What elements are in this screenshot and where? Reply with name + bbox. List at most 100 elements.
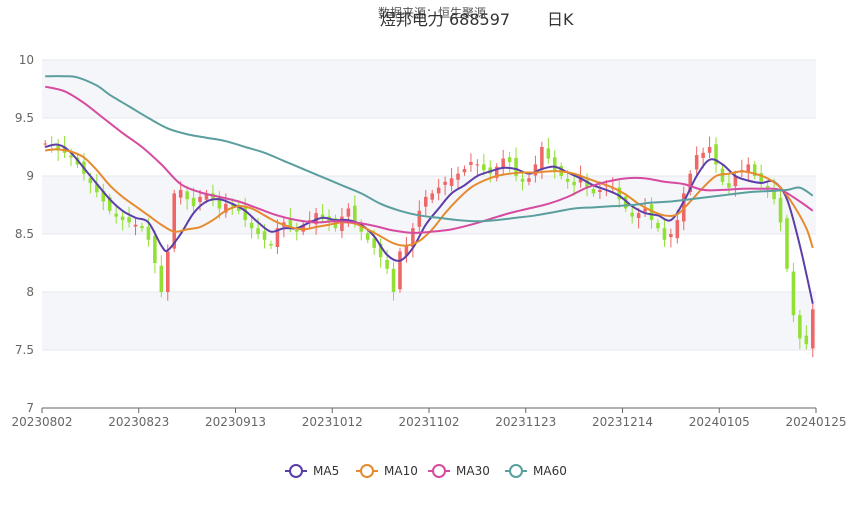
- candle-body: [140, 226, 144, 229]
- candle-body: [456, 173, 460, 180]
- x-tick-label: 20231102: [398, 415, 459, 429]
- candle-body: [159, 265, 164, 292]
- candle-body: [798, 315, 802, 339]
- candle-body: [372, 238, 376, 248]
- y-tick-label: 8.5: [15, 227, 34, 241]
- legend-label: MA30: [456, 464, 490, 478]
- legend-item-ma5: MA5: [285, 464, 339, 478]
- x-tick-label: 20231012: [302, 415, 363, 429]
- candle-body: [391, 268, 396, 292]
- candle-body: [340, 216, 344, 231]
- candle-body: [436, 187, 441, 194]
- chart-title: 煜邦电力 688597: [380, 10, 510, 29]
- candle: [540, 141, 544, 180]
- legend-swatch-marker: [360, 464, 374, 478]
- candle-body: [656, 222, 660, 229]
- candle-body: [469, 162, 473, 165]
- chart-legend: MA5 MA10 MA30 MA60: [285, 464, 567, 478]
- candle-body: [804, 335, 809, 345]
- y-tick-label: 7.5: [15, 343, 34, 357]
- candle-body: [43, 143, 47, 145]
- candle-body: [811, 309, 815, 349]
- candle-body: [153, 235, 157, 263]
- legend-label: MA10: [384, 464, 418, 478]
- candle-body: [778, 197, 783, 223]
- candle-body: [675, 220, 680, 239]
- grid-band: [42, 60, 816, 118]
- candle-body: [178, 189, 183, 198]
- candle: [546, 137, 551, 164]
- grid-bands: [42, 60, 816, 350]
- candle: [469, 153, 473, 172]
- candle-body: [417, 210, 422, 227]
- candle-body: [295, 229, 299, 232]
- candle-body: [191, 197, 196, 207]
- candle-body: [662, 228, 667, 240]
- candle-body: [69, 155, 73, 158]
- candle-body: [791, 271, 796, 316]
- candle-body: [398, 251, 402, 290]
- candle-body: [346, 208, 351, 217]
- candle-body: [694, 155, 699, 170]
- candle-body: [249, 222, 254, 229]
- candle-body: [636, 213, 641, 218]
- legend-item-ma60: MA60: [505, 464, 567, 478]
- candle: [553, 150, 557, 179]
- y-tick-label: 7: [26, 401, 34, 415]
- x-tick-label: 20230913: [205, 415, 266, 429]
- y-tick-label: 8: [26, 285, 34, 299]
- candle-body: [527, 178, 531, 182]
- candle-body: [269, 243, 273, 246]
- candle-body: [146, 226, 151, 240]
- candle-body: [166, 251, 170, 292]
- x-tick-label: 20240105: [689, 415, 750, 429]
- candle: [462, 165, 467, 176]
- candle: [159, 255, 164, 298]
- candle-body: [114, 213, 118, 217]
- candle-body: [727, 183, 731, 188]
- y-tick-label: 10: [19, 53, 34, 67]
- candle-body: [591, 188, 596, 194]
- candle-body: [785, 218, 789, 269]
- candle: [398, 247, 402, 293]
- candle-body: [540, 147, 544, 169]
- candle-body: [198, 196, 202, 202]
- x-tick-label: 20230802: [11, 415, 72, 429]
- candle-body: [262, 231, 267, 240]
- y-tick-label: 9.5: [15, 111, 34, 125]
- candle: [740, 159, 744, 178]
- x-tick-label: 20230823: [108, 415, 169, 429]
- x-tick-label: 20231214: [592, 415, 653, 429]
- legend-swatch-marker: [289, 464, 303, 478]
- candle-body: [127, 217, 131, 223]
- candle-body: [520, 178, 525, 182]
- candle-body: [598, 189, 602, 193]
- candle-body: [449, 178, 454, 186]
- x-tick-label: 20231123: [495, 415, 556, 429]
- candle-body: [120, 216, 125, 221]
- candle-body: [501, 158, 505, 169]
- candle-body: [553, 157, 557, 171]
- candle-body: [475, 164, 480, 166]
- legend-swatch-marker: [432, 464, 446, 478]
- legend-label: MA60: [533, 464, 567, 478]
- candle-body: [765, 185, 770, 188]
- candle: [507, 151, 512, 173]
- candle-body: [365, 233, 370, 240]
- y-tick-label: 9: [26, 169, 34, 183]
- y-axis-ticks: 7 7.5 8 8.5 9 9.5 10: [15, 53, 34, 415]
- candle: [501, 149, 505, 176]
- candle-body: [669, 234, 673, 238]
- candle: [785, 214, 789, 273]
- candle: [791, 262, 796, 323]
- candle-body: [385, 259, 389, 269]
- x-tick-label: 20240125: [785, 415, 846, 429]
- candle: [475, 159, 480, 176]
- candle-body: [572, 181, 576, 186]
- candle-body: [630, 212, 634, 217]
- grid-band: [42, 292, 816, 350]
- candle-body: [353, 205, 357, 223]
- candle-body: [701, 152, 705, 158]
- candle: [269, 240, 273, 250]
- candle-body: [707, 147, 712, 153]
